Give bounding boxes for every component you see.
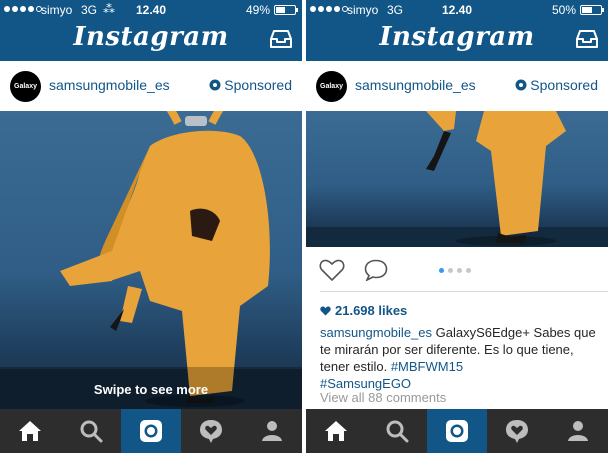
tab-camera[interactable] — [120, 409, 182, 453]
model-figure — [426, 111, 566, 246]
view-all-comments[interactable]: View all 88 comments — [320, 390, 446, 405]
tab-home[interactable] — [0, 409, 60, 453]
search-icon — [386, 420, 409, 443]
carousel-dot — [457, 268, 462, 273]
battery-icon — [274, 5, 298, 15]
home-icon — [325, 421, 348, 441]
tab-profile[interactable] — [548, 409, 608, 453]
instagram-logo: Instagram — [379, 22, 535, 52]
app-header: simyo 3G ⁂ 12.40 49% Instagram — [0, 0, 302, 61]
sponsored-label[interactable]: Sponsored — [209, 77, 292, 93]
inbox-icon[interactable] — [576, 30, 598, 48]
carousel-dot — [439, 268, 444, 273]
sponsored-label[interactable]: Sponsored — [515, 77, 598, 93]
profile-icon — [567, 421, 588, 441]
tab-profile[interactable] — [242, 409, 302, 453]
tab-bar — [306, 409, 608, 453]
post-header: Galaxy samsungmobile_es Sponsored — [0, 61, 302, 111]
hashtag-samsungego[interactable]: #SamsungEGO — [320, 376, 411, 391]
carousel-indicator — [439, 268, 471, 273]
activity-icon — [200, 420, 223, 443]
tab-search[interactable] — [60, 409, 120, 453]
status-bar: simyo 3G ⁂ 12.40 49% — [0, 0, 302, 20]
likes-count[interactable]: 21.698 likes — [320, 303, 407, 318]
divider — [320, 291, 608, 292]
likes-text: 21.698 likes — [335, 303, 408, 318]
post-actions — [306, 247, 608, 291]
battery-percent: 50% — [551, 3, 576, 17]
sponsored-icon — [209, 79, 221, 91]
heart-icon[interactable] — [319, 259, 345, 281]
likes-heart-icon — [320, 306, 331, 315]
post-photo[interactable] — [306, 111, 608, 247]
search-icon — [80, 420, 103, 443]
comment-icon[interactable] — [364, 259, 388, 281]
avatar[interactable]: Galaxy — [316, 71, 347, 102]
model-figure — [60, 111, 270, 407]
caption-username[interactable]: samsungmobile_es — [320, 325, 432, 340]
post-caption: samsungmobile_es GalaxyS6Edge+ Sabes que… — [320, 324, 600, 392]
phone-screen-right: simyo 3G 12.40 50% Instagram Galaxy sams… — [306, 0, 608, 453]
sponsored-text: Sponsored — [224, 77, 292, 93]
swipe-hint[interactable]: Swipe to see more — [0, 382, 302, 397]
camera-icon — [446, 420, 469, 442]
status-bar: simyo 3G 12.40 50% — [306, 0, 608, 20]
hashtag-mbfwm15[interactable]: #MBFWM15 — [391, 359, 463, 374]
tab-home[interactable] — [306, 409, 366, 453]
post-header: Galaxy samsungmobile_es Sponsored — [306, 61, 608, 111]
tab-camera[interactable] — [426, 409, 488, 453]
avatar[interactable]: Galaxy — [10, 71, 41, 102]
sponsored-text: Sponsored — [530, 77, 598, 93]
carousel-dot — [448, 268, 453, 273]
tab-search[interactable] — [366, 409, 426, 453]
tab-activity[interactable] — [181, 409, 241, 453]
instagram-logo: Instagram — [73, 22, 229, 52]
carousel-dot — [466, 268, 471, 273]
post-username[interactable]: samsungmobile_es — [49, 77, 170, 93]
phone-screen-left: simyo 3G ⁂ 12.40 49% Instagram Galaxy sa… — [0, 0, 302, 453]
camera-icon — [140, 420, 163, 442]
profile-icon — [261, 421, 282, 441]
tab-bar — [0, 409, 302, 453]
sponsored-icon — [515, 79, 527, 91]
home-icon — [19, 421, 42, 441]
app-header: simyo 3G 12.40 50% Instagram — [306, 0, 608, 61]
post-username[interactable]: samsungmobile_es — [355, 77, 476, 93]
post-photo[interactable]: Swipe to see more — [0, 111, 302, 409]
tab-activity[interactable] — [487, 409, 547, 453]
battery-percent: 49% — [245, 3, 270, 17]
inbox-icon[interactable] — [270, 30, 292, 48]
activity-icon — [506, 420, 529, 443]
battery-icon — [580, 5, 604, 15]
